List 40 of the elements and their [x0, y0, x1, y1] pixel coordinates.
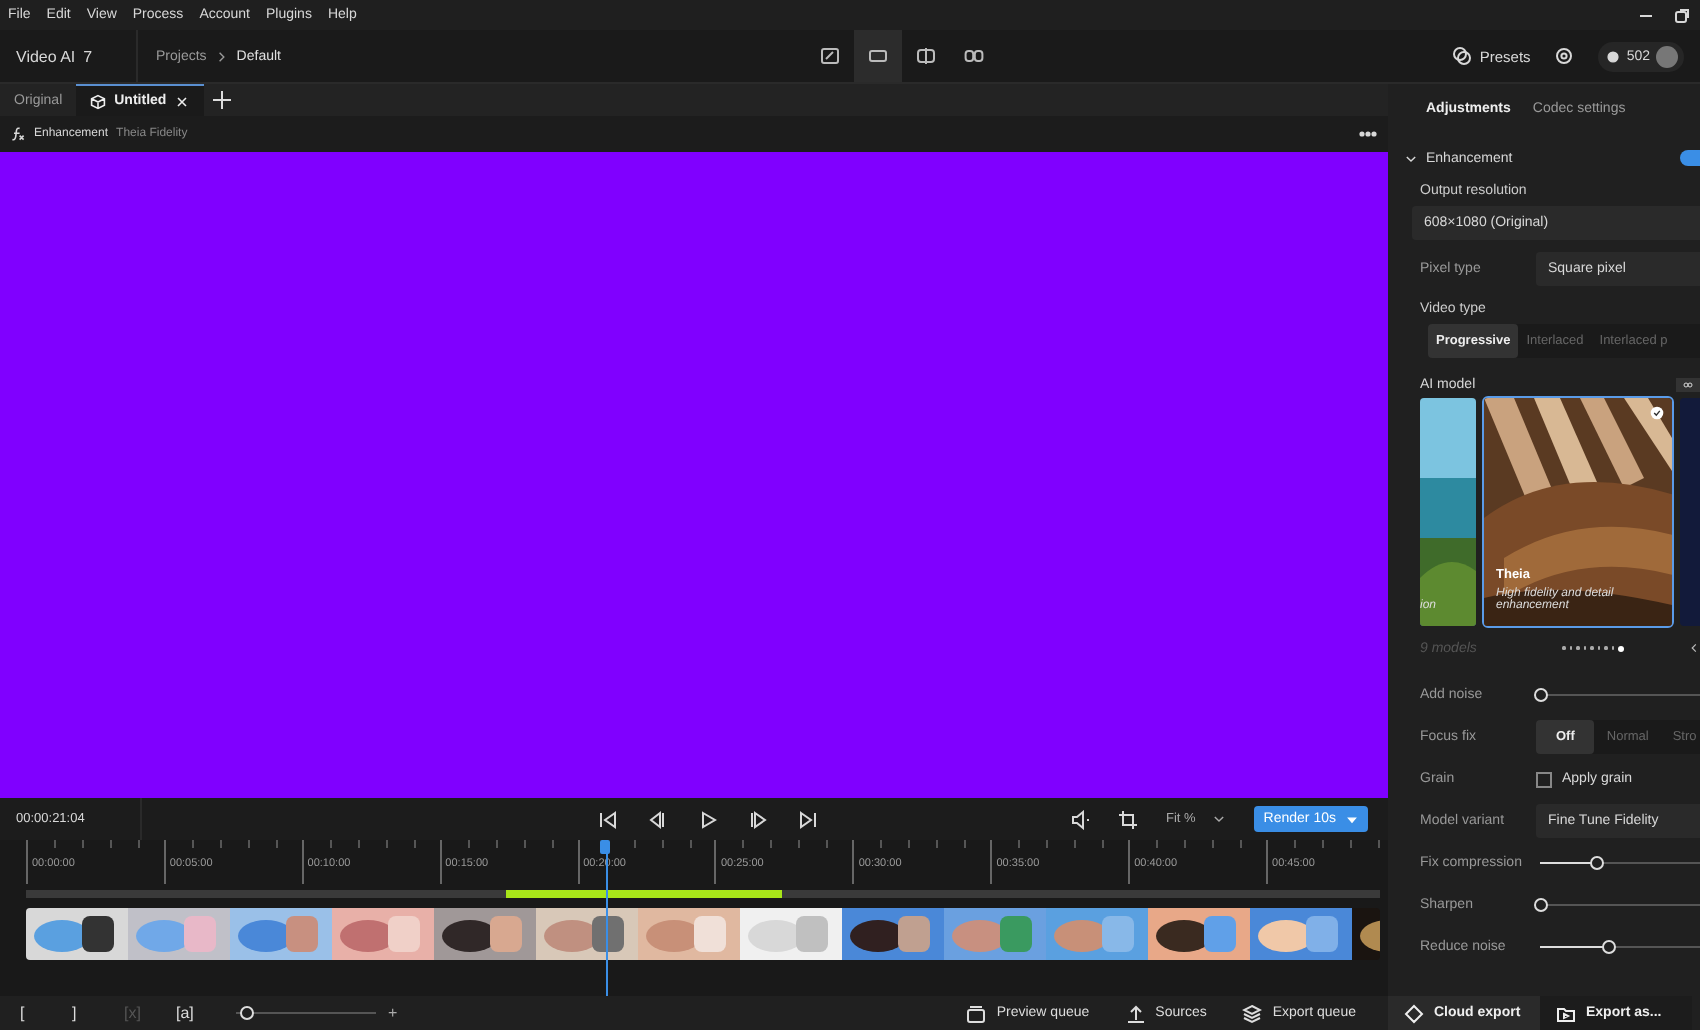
checkbox[interactable]: [1536, 771, 1552, 787]
function-icon: [10, 126, 26, 142]
coin-icon: [1606, 49, 1621, 63]
skip-end-icon: [798, 809, 818, 829]
step-forward-icon: [748, 809, 768, 829]
queue-icon: [966, 1003, 987, 1023]
cube-icon: [90, 93, 107, 109]
presets-icon: [1451, 46, 1472, 66]
caret-icon: [1346, 813, 1358, 825]
zoom-in-button[interactable]: +: [388, 1004, 398, 1022]
view-mode-icon: [820, 46, 840, 66]
upload-icon: [1125, 1003, 1146, 1023]
layers-icon: [1242, 1003, 1263, 1023]
crop-icon: [1117, 809, 1138, 829]
volume-icon: [1069, 809, 1090, 829]
skip-start-icon: [598, 809, 618, 829]
folder-icon: [1556, 1003, 1576, 1023]
play-icon: [698, 809, 718, 829]
app-name: Video AI: [16, 47, 76, 65]
view-mode-icon: [868, 46, 888, 66]
chevron-right-icon: [214, 49, 229, 63]
plus-icon: [212, 90, 233, 110]
check-icon: [1650, 406, 1664, 420]
settings-icon: [1554, 46, 1575, 66]
step-back-icon: [648, 809, 668, 829]
restore-icon: [1672, 5, 1692, 25]
page-dot[interactable]: [1618, 645, 1624, 651]
avatar[interactable]: [1656, 45, 1678, 67]
grid-toggle-icon: [1680, 380, 1696, 390]
view-mode-icon: [964, 46, 984, 66]
playhead-handle[interactable]: [600, 840, 611, 854]
toggle-switch[interactable]: [1680, 150, 1700, 166]
mark-tool-button[interactable]: [a]: [176, 1004, 228, 1022]
chevron-down-icon: [1211, 812, 1226, 826]
mark-tool-button[interactable]: [: [20, 1004, 72, 1022]
app-version: 7: [83, 47, 93, 65]
chevron-left-icon: [1688, 640, 1700, 656]
mark-tool-button[interactable]: ]: [72, 1004, 124, 1022]
view-mode-button[interactable]: [854, 30, 902, 82]
view-mode-icon: [916, 46, 936, 66]
